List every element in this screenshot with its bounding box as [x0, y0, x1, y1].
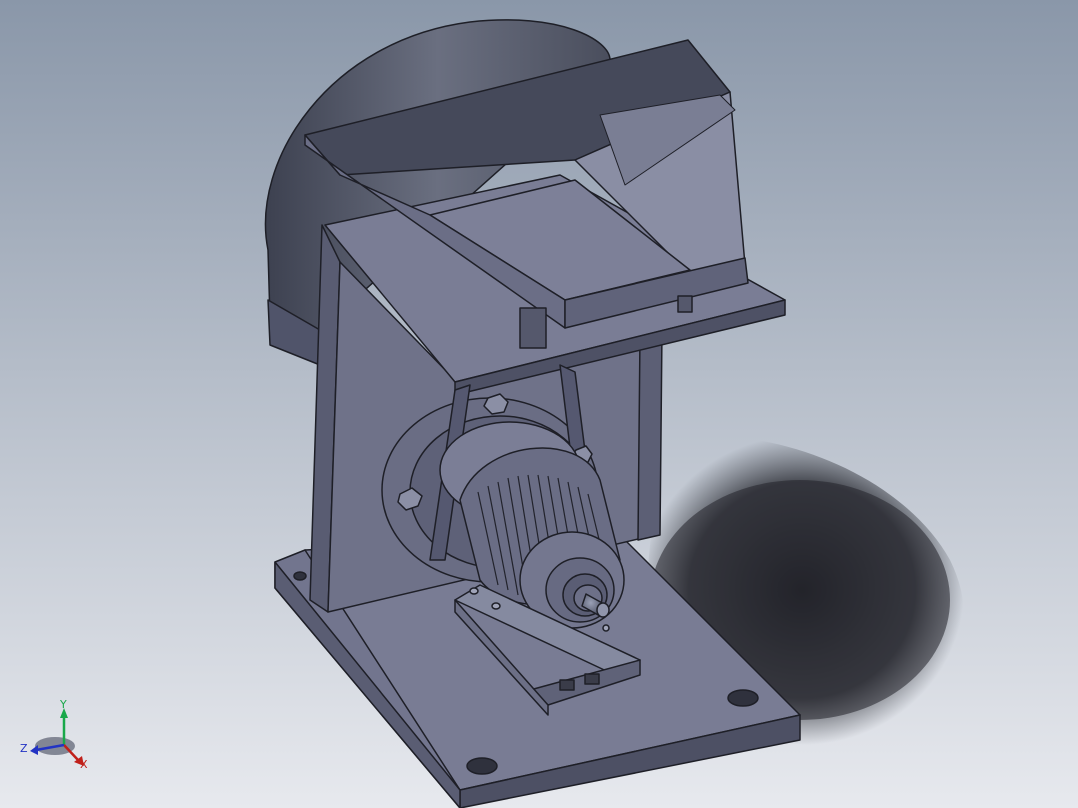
motor-base-bolt-1[interactable]	[469, 587, 479, 595]
motor-base-bolt-3[interactable]	[602, 624, 610, 632]
triad-x-label: X	[80, 758, 88, 771]
mount-hole-front-right[interactable]	[727, 689, 759, 707]
cad-scene[interactable]: Y X Z	[0, 0, 1078, 808]
cad-viewport[interactable]: Y X Z	[0, 0, 1078, 808]
mount-hole-front-left[interactable]	[466, 757, 498, 775]
motor-base-slot-2	[584, 673, 600, 685]
mount-hole-rear-left[interactable]	[293, 571, 307, 581]
motor-shaft-end	[596, 602, 610, 618]
triad-y-label: Y	[59, 698, 67, 711]
triad-z-label: Z	[20, 742, 28, 755]
motor-base-slot-1	[559, 679, 575, 691]
motor-base-bolt-2[interactable]	[491, 602, 501, 610]
hopper-support-leg-right	[677, 295, 693, 313]
housing-right-side[interactable]	[637, 329, 663, 541]
hopper-support-leg-left	[519, 307, 547, 349]
